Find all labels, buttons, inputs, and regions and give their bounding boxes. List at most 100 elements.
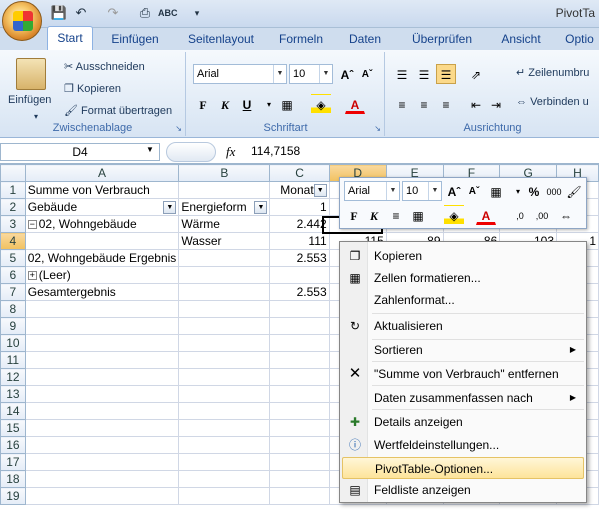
menu-item-wertfeldeinstellungen[interactable]: ⓘ Wertfeldeinstellungen... (342, 434, 584, 456)
cell-B10[interactable] (178, 334, 271, 352)
cell-A14[interactable] (24, 402, 180, 420)
cell-A9[interactable] (24, 317, 180, 335)
italic-button[interactable]: K (215, 94, 235, 114)
cell-A2[interactable]: Gebäude ▼ (24, 198, 180, 216)
cell-B18[interactable] (178, 470, 271, 488)
menu-item-daten-zusammenfassen[interactable]: Daten zusammenfassen nach ▶ (342, 387, 584, 409)
cell-B15[interactable] (178, 419, 271, 437)
filter-dropdown-icon[interactable]: ▼ (254, 201, 268, 214)
decrease-decimal-icon[interactable]: ,00 (532, 205, 552, 225)
menu-item-sortieren[interactable]: Sortieren ▶ (342, 339, 584, 361)
cell-B14[interactable] (178, 402, 271, 420)
cell-A18[interactable] (24, 470, 180, 488)
cell-C3[interactable]: 2.442 (269, 215, 330, 233)
row-header[interactable]: 16 (0, 436, 26, 454)
name-box[interactable]: D4 (0, 143, 160, 161)
cell-A17[interactable] (24, 453, 180, 471)
cell-C16[interactable] (269, 436, 330, 454)
cell-C15[interactable] (269, 419, 330, 437)
cell-C4[interactable]: 111 (269, 232, 330, 250)
cell-C9[interactable] (269, 317, 330, 335)
tab-formeln[interactable]: Formeln (272, 28, 330, 50)
mini-font-combo[interactable]: Arial ▼ (344, 181, 400, 201)
shrink-font-icon[interactable]: Aˇ (357, 64, 377, 84)
menu-item-aktualisieren[interactable]: ↻ Aktualisieren (342, 315, 584, 337)
cell-B8[interactable] (178, 300, 271, 318)
insert-function-icon[interactable]: fx (226, 144, 235, 160)
tab-daten[interactable]: Daten (338, 28, 392, 50)
increase-decimal-icon[interactable]: ,0 (510, 205, 530, 225)
cell-C12[interactable] (269, 368, 330, 386)
decrease-indent-icon[interactable]: ⇤ (466, 94, 486, 114)
grow-font-icon[interactable]: Aˆ (444, 181, 464, 201)
cell-B5[interactable] (178, 249, 271, 267)
align-right-icon[interactable]: ≡ (436, 94, 456, 114)
cell-A19[interactable] (24, 487, 180, 505)
tab-start[interactable]: Start (47, 26, 93, 50)
shrink-font-icon[interactable]: Aˇ (464, 181, 484, 201)
bold-button[interactable]: F (344, 205, 364, 225)
font-color-icon[interactable]: A (345, 94, 365, 114)
formula-input[interactable]: 114,7158 (248, 143, 599, 161)
cell-C14[interactable] (269, 402, 330, 420)
fill-color-icon[interactable]: ◈ (444, 205, 464, 225)
menu-item-zahlenformat[interactable]: Zahlenformat... (342, 289, 584, 311)
cell-A11[interactable] (24, 351, 180, 369)
mini-size-combo[interactable]: 10 ▼ (402, 181, 442, 201)
underline-dropdown-icon[interactable]: ▾ (259, 94, 279, 114)
fill-color-icon[interactable]: ◈ (311, 94, 331, 114)
cell-A8[interactable] (24, 300, 180, 318)
menu-item-entfernen[interactable]: ✕ "Summe von Verbrauch" entfernen (342, 363, 584, 385)
thousands-separator-button[interactable]: 000 (544, 181, 564, 201)
bold-button[interactable]: F (193, 94, 213, 114)
filter-dropdown-icon[interactable]: ▼ (313, 184, 327, 197)
paste-icon[interactable] (16, 58, 46, 90)
grow-font-icon[interactable]: Aˆ (337, 64, 357, 84)
filter-dropdown-icon[interactable]: ▼ (163, 201, 177, 214)
wrap-text-button[interactable]: ↵ Zeilenumbru (516, 66, 589, 79)
border-icon[interactable]: ▦ (277, 94, 297, 114)
cell-C17[interactable] (269, 453, 330, 471)
cell-A15[interactable] (24, 419, 180, 437)
format-painter-icon[interactable]: 🖌 (564, 181, 584, 201)
font-name-combo[interactable]: Arial ▼ (193, 64, 287, 84)
row-header[interactable]: 7 (0, 283, 26, 301)
cell-B16[interactable] (178, 436, 271, 454)
cell-A4[interactable] (24, 232, 180, 250)
tab-ueberpruefen[interactable]: Überprüfen (400, 28, 484, 50)
row-header[interactable]: 5 (0, 249, 26, 267)
select-all-corner[interactable] (0, 164, 26, 182)
row-header[interactable]: 4 (0, 232, 26, 250)
underline-button[interactable]: U (237, 94, 257, 114)
column-header[interactable]: A (24, 164, 180, 182)
cell-B7[interactable] (178, 283, 271, 301)
merge-cells-icon[interactable]: ⇔ (556, 205, 576, 225)
cell-C7[interactable]: 2.553 (269, 283, 330, 301)
menu-item-zellen-formatieren[interactable]: ▦ Zellen formatieren... (342, 267, 584, 289)
column-header[interactable]: C (269, 164, 330, 182)
print-icon[interactable]: ⎙ (136, 4, 154, 22)
tab-ansicht[interactable]: Ansicht (492, 28, 550, 50)
paste-button[interactable]: Einfügen (8, 94, 51, 106)
cell-A10[interactable] (24, 334, 180, 352)
row-header[interactable]: 12 (0, 368, 26, 386)
row-header[interactable]: 17 (0, 453, 26, 471)
save-icon[interactable]: 💾 (50, 4, 68, 22)
row-header[interactable]: 9 (0, 317, 26, 335)
cell-B9[interactable] (178, 317, 271, 335)
menu-item-feldliste-anzeigen[interactable]: ▤ Feldliste anzeigen (342, 479, 584, 501)
cell-B19[interactable] (178, 487, 271, 505)
align-middle-icon[interactable]: ☰ (414, 64, 434, 84)
cell-B12[interactable] (178, 368, 271, 386)
cell-A16[interactable] (24, 436, 180, 454)
align-top-icon[interactable]: ☰ (392, 64, 412, 84)
cell-C2[interactable]: 1 (269, 198, 330, 216)
row-header[interactable]: 11 (0, 351, 26, 369)
paste-dropdown-icon[interactable]: ▾ (34, 112, 38, 121)
cell-B11[interactable] (178, 351, 271, 369)
menu-item-kopieren[interactable]: ❐ Kopieren (342, 245, 584, 267)
cell-B3[interactable]: Wärme (178, 215, 271, 233)
center-align-icon[interactable]: ≡ (386, 205, 406, 225)
align-left-icon[interactable]: ≡ (392, 94, 412, 114)
font-color-icon[interactable]: A (476, 205, 496, 225)
